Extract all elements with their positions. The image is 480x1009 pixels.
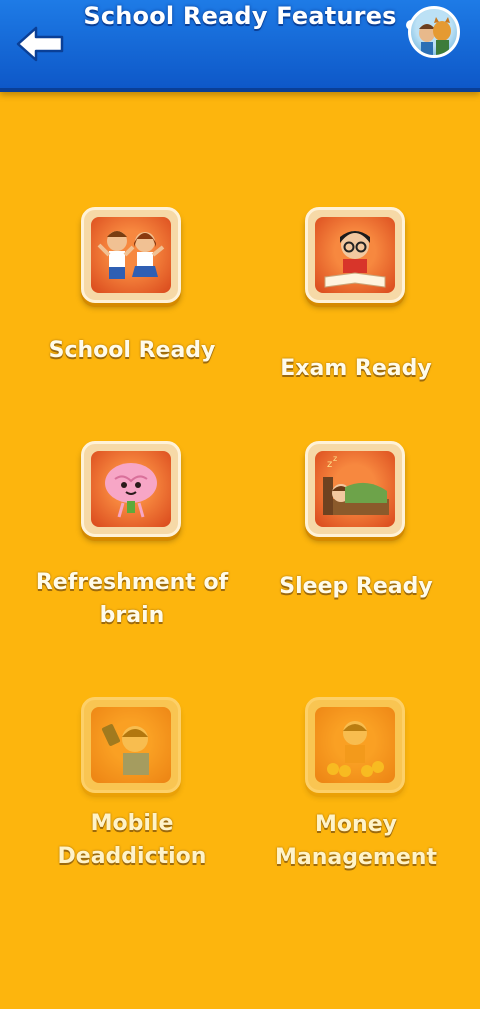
feature-label-money-management: Money Management [275, 812, 437, 870]
arrow-left-icon [16, 26, 64, 62]
back-button[interactable] [14, 24, 68, 64]
feature-tile-exam-ready[interactable] [305, 207, 405, 303]
boy-studying-book-icon [324, 231, 386, 288]
child-sleeping-in-bed-icon: z z [323, 454, 389, 515]
feature-tile-school-ready[interactable] [81, 207, 181, 303]
svg-text:z: z [327, 459, 332, 470]
feature-tile-sleep-ready[interactable]: z z [305, 441, 405, 537]
feature-label-refreshment-of-brain: Refreshment of brain [35, 570, 229, 628]
happy-brain-icon [105, 463, 157, 518]
svg-text:z: z [333, 454, 337, 463]
feature-label-school-ready: School Ready [48, 338, 216, 363]
feature-label-mobile-deaddiction: Mobile Deaddiction [57, 811, 207, 869]
feature-label-exam-ready: Exam Ready [280, 356, 432, 381]
feature-label-sleep-ready: Sleep Ready [279, 574, 433, 599]
child-with-coins-icon [327, 721, 384, 777]
child-with-phone-icon [101, 724, 149, 775]
two-students-icon [97, 231, 165, 279]
top-app-bar: School Ready Features [0, 0, 480, 92]
feature-tile-money-management[interactable] [305, 697, 405, 793]
feature-tile-mobile-deaddiction[interactable] [81, 697, 181, 793]
feature-tile-refreshment-of-brain[interactable] [81, 441, 181, 537]
character-avatar-icon[interactable] [408, 6, 460, 58]
